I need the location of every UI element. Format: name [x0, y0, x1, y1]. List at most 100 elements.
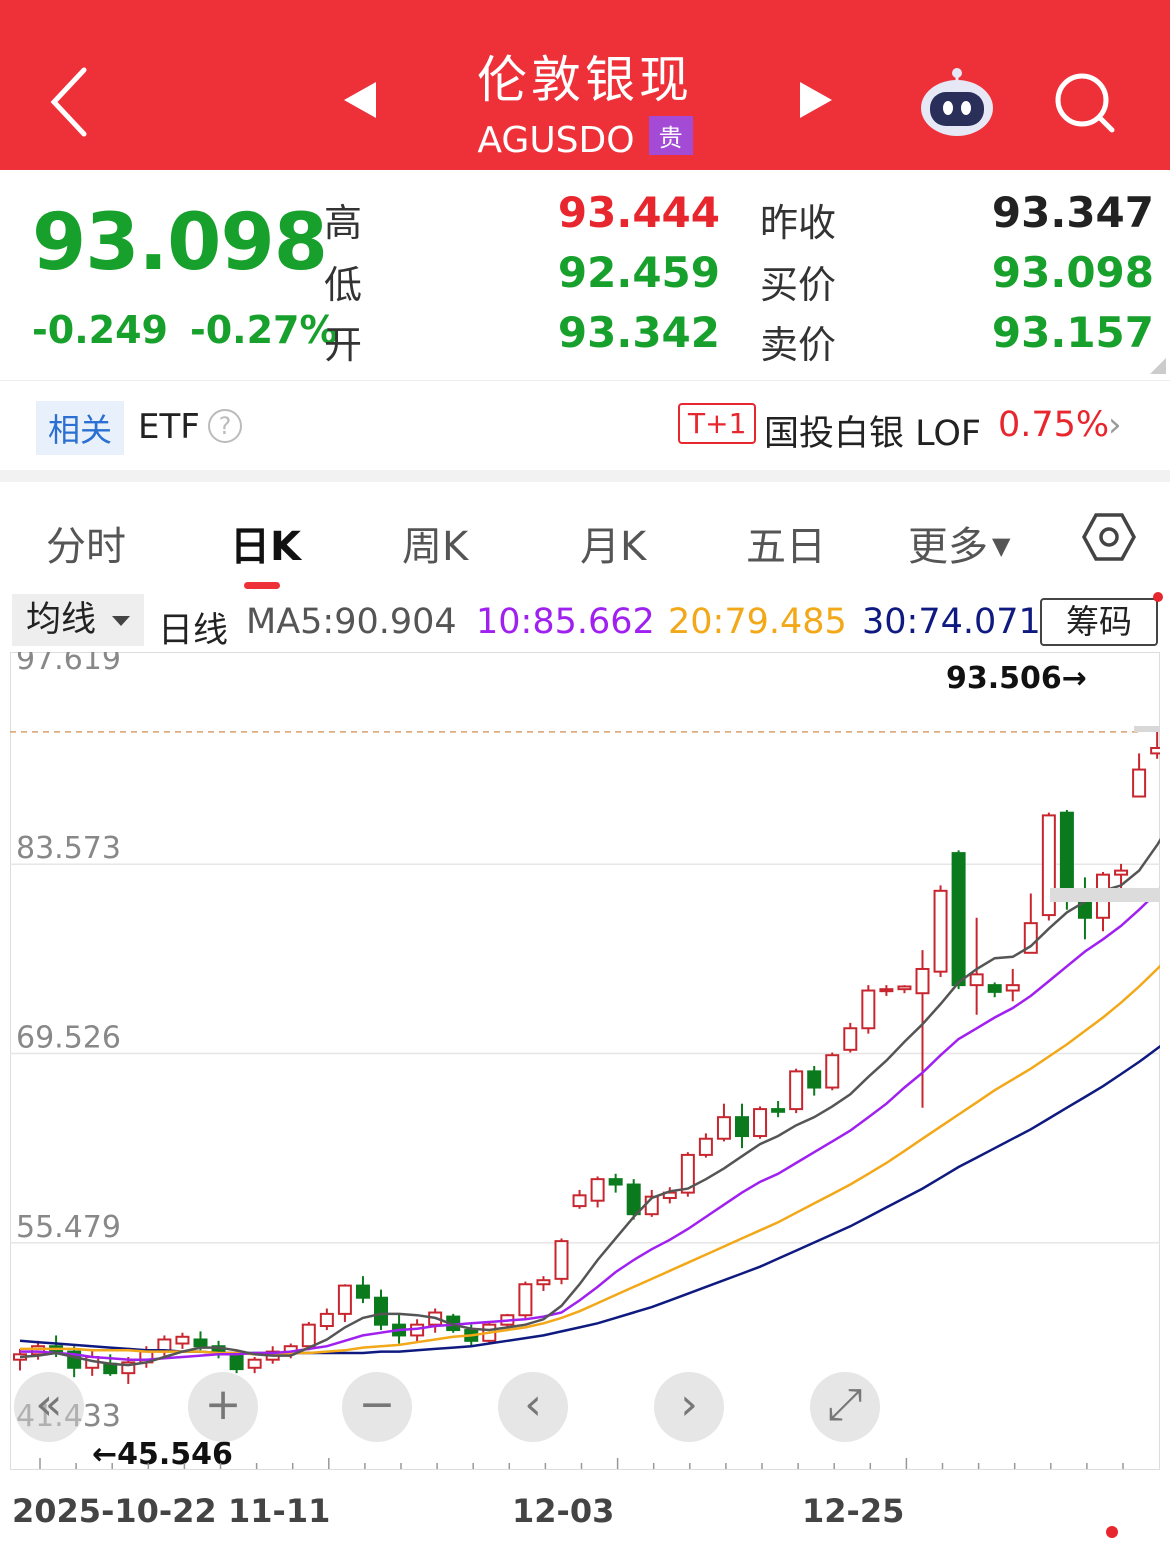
- y-tick-label: 83.573: [16, 831, 121, 866]
- robot-assistant-icon[interactable]: [918, 66, 996, 138]
- ask-value: 93.157: [991, 308, 1154, 357]
- open-label: 开: [324, 323, 363, 367]
- bid-value: 93.098: [991, 248, 1154, 297]
- chart-period-tabs: 分时 日K 周K 月K 五日 更多 ▼: [0, 482, 1170, 590]
- candle-up: [789, 1070, 804, 1111]
- candle-up: [879, 988, 894, 993]
- expand-corner-icon[interactable]: [1150, 358, 1166, 374]
- candle-up: [319, 1312, 334, 1328]
- scroll-left-fast-button[interactable]: «: [14, 1372, 84, 1442]
- chevron-right-icon[interactable]: ›: [1108, 405, 1122, 445]
- candle-down: [771, 1108, 786, 1113]
- search-icon[interactable]: [1052, 70, 1118, 136]
- candle-down: [735, 1116, 749, 1138]
- quote-panel: 93.098 -0.249 -0.27% 高 低 开 93.444 92.459 …: [0, 170, 1170, 380]
- prev-instrument-icon[interactable]: [340, 80, 380, 120]
- candle-up: [969, 973, 984, 987]
- scroll-right-button[interactable]: ›: [654, 1372, 724, 1442]
- prev-close-label: 昨收: [760, 201, 837, 245]
- etf-label: ETF: [138, 407, 200, 447]
- indicator-select[interactable]: 均线: [12, 594, 144, 646]
- candle-up: [590, 1178, 605, 1202]
- candle-up: [518, 1283, 533, 1317]
- candle-down: [626, 1183, 641, 1216]
- notification-dot: [1106, 1526, 1118, 1538]
- active-tab-indicator: [244, 582, 280, 589]
- related-fund-name[interactable]: 国投白银 LOF: [764, 405, 981, 456]
- category-badge: 贵: [648, 116, 693, 155]
- zoom-out-button[interactable]: −: [342, 1372, 412, 1442]
- app-header: 伦敦银现 AGUSDO 贵: [0, 0, 1170, 170]
- candle-up: [1132, 768, 1147, 798]
- date-tick: 12-25: [802, 1492, 905, 1530]
- ma5-value: MA5:90.904: [246, 602, 457, 642]
- candle-up: [698, 1137, 713, 1156]
- ma10-value: 10:85.662: [476, 602, 655, 642]
- low-label: 低: [324, 263, 363, 307]
- notification-dot: [1153, 592, 1163, 602]
- date-tick: 2025-10-22: [12, 1492, 217, 1530]
- tab-intraday[interactable]: 分时: [46, 514, 126, 572]
- candle-up: [753, 1108, 768, 1138]
- change-percent: -0.27%: [189, 308, 338, 352]
- candle-down: [987, 984, 1002, 993]
- candle-down: [951, 852, 966, 987]
- price-change: -0.249 -0.27%: [32, 308, 360, 352]
- instrument-code-text: AGUSDO: [477, 120, 635, 161]
- high-value: 93.444: [557, 188, 720, 237]
- candle-up: [716, 1116, 731, 1140]
- candle-up: [536, 1279, 551, 1286]
- tab-more[interactable]: 更多 ▼: [908, 514, 1010, 572]
- open-value: 93.342: [557, 308, 720, 357]
- indicator-select-label: 均线: [26, 600, 97, 640]
- scroll-highlight: [1134, 726, 1160, 732]
- candle-down: [1059, 811, 1074, 892]
- t1-badge: T+1: [678, 403, 757, 444]
- next-instrument-icon[interactable]: [796, 80, 836, 120]
- prev-close-value: 93.347: [991, 188, 1154, 237]
- kline-chart-svg[interactable]: 97.61983.57369.52655.47941.43393.506→←45…: [10, 642, 1170, 1472]
- caret-down-icon: [112, 616, 130, 626]
- kline-chart[interactable]: 97.61983.57369.52655.47941.43393.506→←45…: [10, 642, 1170, 1472]
- ma30-value: 30:74.071: [862, 602, 1041, 642]
- candle-up: [554, 1240, 569, 1280]
- section-divider: [0, 470, 1170, 482]
- date-tick: 11-11: [228, 1492, 331, 1530]
- ma20-value: 20:79.485: [668, 602, 847, 642]
- tab-more-label: 更多: [908, 524, 988, 570]
- candle-up: [247, 1358, 262, 1369]
- zoom-in-button[interactable]: +: [188, 1372, 258, 1442]
- candle-down: [374, 1296, 388, 1326]
- instrument-title: 伦敦银现: [477, 51, 693, 109]
- candle-down: [608, 1178, 623, 1186]
- low-value: 92.459: [557, 248, 720, 297]
- settings-hexagon-icon[interactable]: [1082, 512, 1136, 562]
- candle-down: [229, 1353, 244, 1371]
- min-price-label: ←45.546: [92, 1437, 233, 1470]
- change-value: -0.249: [32, 308, 168, 352]
- bid-label: 买价: [760, 263, 837, 307]
- candle-up: [861, 989, 876, 1030]
- back-arrow-icon[interactable]: [46, 62, 96, 142]
- fullscreen-button[interactable]: ⤢: [810, 1372, 880, 1442]
- tab-weekly-k[interactable]: 周K: [402, 514, 468, 572]
- candle-up: [1005, 984, 1020, 992]
- ask-label: 卖价: [760, 323, 837, 367]
- y-tick-label: 97.619: [16, 652, 121, 677]
- candle-down: [807, 1070, 822, 1089]
- tab-five-day[interactable]: 五日: [746, 514, 826, 572]
- tab-daily-k[interactable]: 日K: [230, 514, 301, 572]
- candle-up: [337, 1284, 352, 1315]
- related-etf-row[interactable]: 相关 ETF ? T+1 国投白银 LOF 0.75% ›: [0, 380, 1170, 470]
- candle-up: [915, 967, 930, 995]
- candle-up: [175, 1335, 190, 1345]
- tab-monthly-k[interactable]: 月K: [580, 514, 646, 572]
- y-tick-label: 69.526: [16, 1021, 121, 1056]
- date-tick: 12-03: [512, 1492, 615, 1530]
- help-icon[interactable]: ?: [208, 409, 242, 443]
- chip-distribution-button[interactable]: 筹码: [1040, 598, 1158, 646]
- candle-up: [572, 1194, 587, 1208]
- scroll-highlight: [1050, 888, 1160, 902]
- scroll-left-button[interactable]: ‹: [498, 1372, 568, 1442]
- ma20-line: [20, 954, 1170, 1356]
